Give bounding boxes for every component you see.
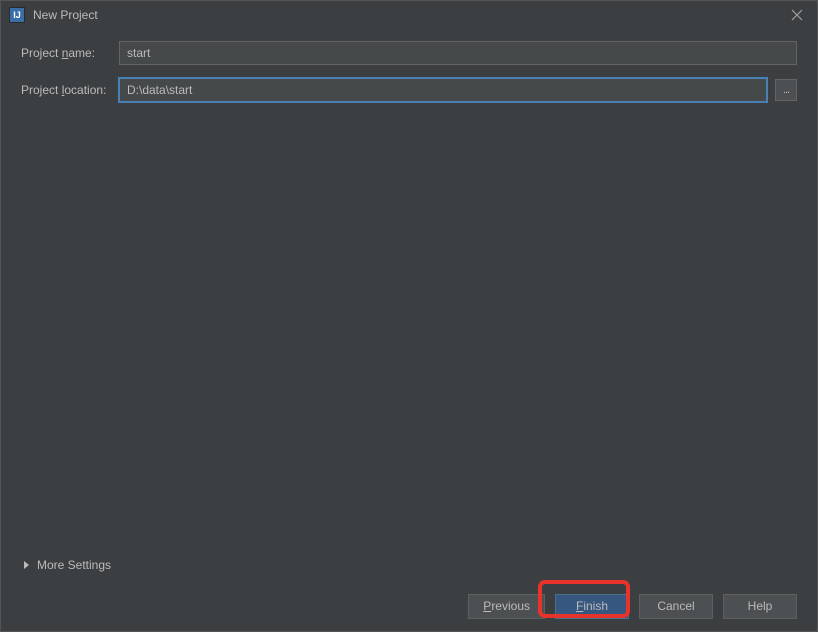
more-settings-toggle[interactable]: More Settings — [24, 558, 111, 572]
window-title: New Project — [33, 8, 785, 22]
project-location-row: Project location: ... — [21, 78, 797, 102]
close-icon — [791, 9, 803, 21]
previous-button[interactable]: Previous — [468, 594, 545, 619]
app-icon: IJ — [9, 7, 25, 23]
project-name-row: Project name: — [21, 41, 797, 65]
chevron-right-icon — [24, 561, 29, 569]
footer: Previous Finish Cancel Help — [1, 581, 817, 631]
project-name-input[interactable] — [119, 41, 797, 65]
close-button[interactable] — [785, 3, 809, 27]
content-area: Project name: Project location: ... — [1, 29, 817, 581]
more-settings-label: More Settings — [37, 558, 111, 572]
project-location-label: Project location: — [21, 83, 119, 97]
browse-button[interactable]: ... — [775, 79, 797, 101]
help-button[interactable]: Help — [723, 594, 797, 619]
project-name-label: Project name: — [21, 46, 119, 60]
project-location-input[interactable] — [119, 78, 767, 102]
finish-button[interactable]: Finish — [555, 594, 629, 619]
titlebar: IJ New Project — [1, 1, 817, 29]
cancel-button[interactable]: Cancel — [639, 594, 713, 619]
new-project-dialog: IJ New Project Project name: Project loc… — [0, 0, 818, 632]
